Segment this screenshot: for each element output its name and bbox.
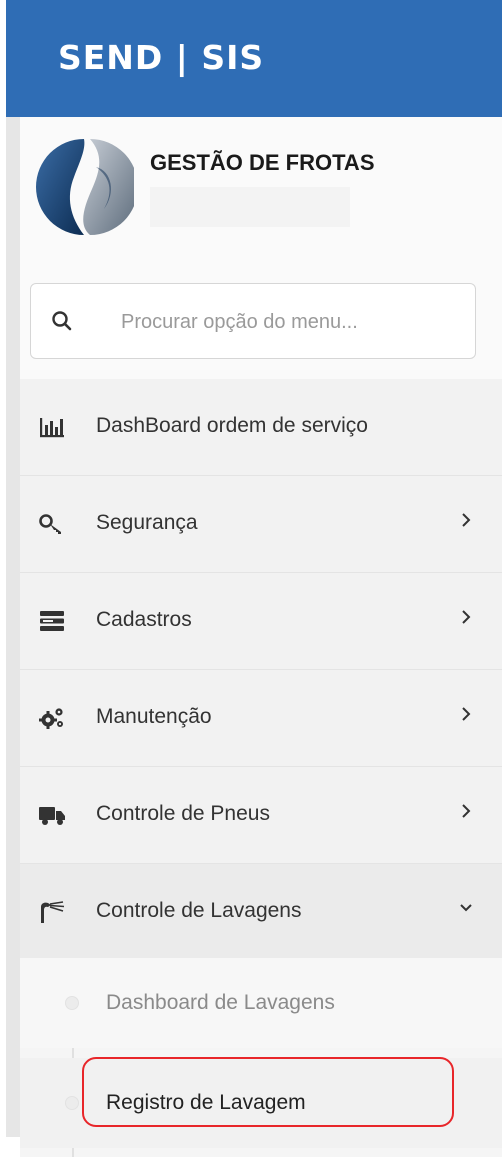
sidebar-rail (6, 117, 20, 1137)
tree-node-dot (65, 996, 79, 1010)
chevron-down-icon (460, 904, 472, 912)
app-brand[interactable]: SEND | SIS (58, 38, 264, 77)
search-icon (52, 311, 72, 331)
menu-item-dashboard-os[interactable]: DashBoard ordem de serviço (20, 379, 502, 476)
menu-item-label: Controle de Pneus (96, 802, 270, 825)
chevron-right-icon (462, 513, 471, 527)
tree-node-dot (65, 1096, 79, 1110)
app-header: SEND | SIS (6, 0, 502, 117)
menu-item-manutencao[interactable]: Manutenção (20, 670, 502, 767)
menu-item-label: Cadastros (96, 608, 192, 631)
chevron-right-icon (462, 610, 471, 624)
gears-icon (39, 708, 63, 729)
menu-item-label: DashBoard ordem de serviço (96, 414, 368, 437)
company-name: GESTÃO DE FROTAS (150, 150, 375, 175)
submenu-controle-lavagens: Dashboard de Lavagens Registro de Lavage… (20, 958, 502, 1157)
menu-item-label: Manutenção (96, 705, 212, 728)
menu-item-controle-pneus[interactable]: Controle de Pneus (20, 767, 502, 864)
spray-icon (41, 901, 65, 923)
menu-search-input[interactable] (119, 304, 463, 340)
chevron-right-icon (462, 707, 471, 721)
chevron-right-icon (462, 804, 471, 818)
submenu-item-dashboard-lavagens[interactable]: Dashboard de Lavagens (20, 958, 502, 1048)
menu-search-box[interactable] (30, 283, 476, 359)
menu-item-label: Controle de Lavagens (96, 899, 302, 922)
company-panel: GESTÃO DE FROTAS (20, 117, 502, 379)
menu-item-cadastros[interactable]: Cadastros (20, 573, 502, 670)
sidebar: GESTÃO DE FROTAS DashBoard ordem de serv… (6, 117, 502, 1157)
company-subtitle-placeholder (150, 187, 350, 227)
menu-item-label: Segurança (96, 511, 198, 534)
highlight-annotation (82, 1057, 454, 1127)
sidebar-menu: DashBoard ordem de serviço Segurança Cad… (20, 379, 502, 1157)
key-icon (39, 514, 61, 534)
truck-icon (39, 807, 65, 825)
menu-item-seguranca[interactable]: Segurança (20, 476, 502, 573)
submenu-item-label: Dashboard de Lavagens (106, 991, 335, 1014)
list-icon (40, 611, 64, 631)
company-logo (36, 139, 134, 235)
menu-item-controle-lavagens[interactable]: Controle de Lavagens (20, 864, 502, 958)
bar-chart-icon (40, 418, 64, 438)
